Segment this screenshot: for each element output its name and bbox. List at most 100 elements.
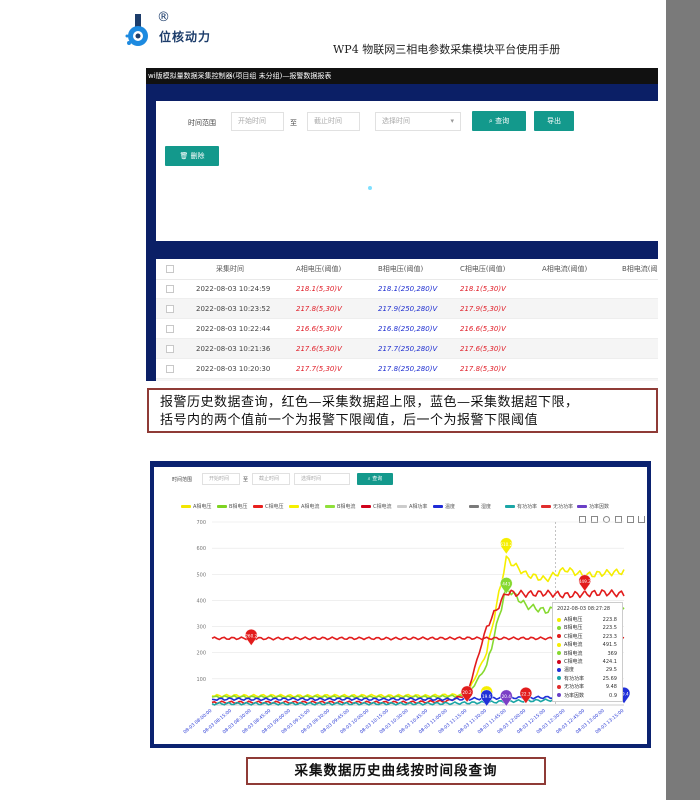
cell-time: 2022-08-03 10:24:59 bbox=[196, 285, 271, 293]
tooltip-row: 无功功率 9.48 bbox=[557, 683, 619, 691]
chart-panel: 时间范围 开始时间 至 截止时间 选择时间 ⌕ 查询 A相电压 B相电压 C相电压 A… bbox=[154, 467, 647, 744]
cell-c-voltage: 217.9(5,30)V bbox=[460, 305, 506, 313]
viewer-scrollbar[interactable] bbox=[666, 0, 700, 800]
col-a-current: A相电流(阈值) bbox=[542, 265, 588, 273]
cell-c-voltage: 217.8(5,30)V bbox=[460, 365, 506, 373]
tooltip-row: A相电压 223.8 bbox=[557, 616, 619, 624]
row-checkbox[interactable] bbox=[166, 285, 174, 293]
tooltip-value: 369 bbox=[607, 650, 617, 657]
cell-b-voltage: 216.8(250,280)V bbox=[378, 325, 438, 333]
window-title: wi版模拟量数据采集控制器(项目组 未分组)—报警数据报表 bbox=[146, 68, 658, 84]
chart-tooltip: 2022-08-03 08:27:28 A相电压 223.8 B相电压 223.5 C相… bbox=[552, 602, 623, 702]
tooltip-series-name: A相电压 bbox=[564, 617, 583, 623]
company-logo: ® 位核动力 bbox=[125, 10, 225, 50]
registered-mark: ® bbox=[157, 10, 170, 25]
cell-a-voltage: 217.6(5,30)V bbox=[296, 345, 342, 353]
to-label: 至 bbox=[290, 119, 297, 127]
query-button-label: 查询 bbox=[495, 117, 510, 125]
marker-label: 449.2 bbox=[579, 579, 591, 584]
tooltip-dot bbox=[557, 634, 561, 639]
table-row[interactable]: 2022-08-03 10:20:27 217.6(5,30)V 217.7(250… bbox=[156, 379, 658, 381]
caption-line-1: 报警历史数据查询，红色—采集数据超上限，蓝色—采集数据超下限， bbox=[160, 395, 579, 410]
tooltip-series-name: A相电流 bbox=[564, 642, 583, 649]
tooltip-value: 223.8 bbox=[602, 617, 617, 623]
y-tick-label: 400 bbox=[196, 598, 206, 604]
tooltip-row: C相电流 424.1 bbox=[557, 658, 619, 666]
row-checkbox[interactable] bbox=[166, 305, 174, 313]
marker-label: 260.2 bbox=[245, 634, 257, 639]
end-time-input[interactable]: 截止时间 bbox=[307, 112, 360, 131]
start-time-input[interactable]: 开始时间 bbox=[231, 112, 284, 131]
cell-a-voltage: 217.8(5,30)V bbox=[296, 305, 342, 313]
marker-label: 22.3 bbox=[521, 692, 531, 697]
cell-c-voltage: 216.6(5,30)V bbox=[460, 325, 506, 333]
tooltip-series-name: 无功功率 bbox=[564, 684, 585, 691]
cell-c-voltage: 217.6(5,30)V bbox=[460, 345, 506, 353]
tooltip-value: 29.5 bbox=[605, 667, 617, 674]
tooltip-dot bbox=[557, 693, 561, 698]
tooltip-series-name: 温度 bbox=[564, 667, 575, 674]
time-select[interactable]: 选择时间 ▾ bbox=[375, 112, 461, 131]
tooltip-value: 223.3 bbox=[602, 633, 617, 640]
table-row[interactable]: 2022-08-03 10:21:36 217.6(5,30)V 217.7(250… bbox=[156, 339, 658, 359]
row-checkbox[interactable] bbox=[166, 345, 174, 353]
tooltip-row: 温度 29.5 bbox=[557, 666, 619, 674]
tooltip-row: C相电压 223.3 bbox=[557, 633, 619, 641]
cell-a-voltage: 216.6(5,30)V bbox=[296, 325, 342, 333]
cell-b-voltage: 217.7(250,280)V bbox=[378, 379, 437, 381]
cell-time: 2022-08-03 10:20:30 bbox=[196, 365, 271, 373]
y-tick-label: 100 bbox=[196, 677, 206, 683]
tooltip-series-name: 功率因数 bbox=[564, 692, 585, 699]
y-tick-label: 300 bbox=[196, 625, 206, 631]
col-b-voltage: B相电压(阈值) bbox=[378, 265, 424, 273]
export-button[interactable]: 导出 bbox=[534, 111, 574, 131]
tooltip-value: 0.9 bbox=[609, 692, 617, 699]
col-b-current: B相电流(阈 bbox=[622, 265, 658, 273]
tooltip-series-name: 有功功率 bbox=[564, 675, 585, 682]
time-select-value: 选择时间 bbox=[382, 117, 410, 125]
tooltip-dot bbox=[557, 667, 561, 672]
tooltip-dot bbox=[557, 625, 561, 630]
cell-b-voltage: 217.8(250,280)V bbox=[378, 365, 438, 373]
cell-time: 2022-08-03 10:23:52 bbox=[196, 305, 271, 313]
tooltip-dot bbox=[557, 642, 561, 647]
marker-label: 20.4 bbox=[502, 694, 512, 699]
time-range-label: 时间范围 bbox=[188, 119, 216, 127]
cell-b-voltage: 217.7(250,280)V bbox=[378, 345, 438, 353]
select-all-checkbox[interactable] bbox=[166, 265, 174, 273]
y-tick-label: 600 bbox=[196, 546, 206, 552]
tooltip-title: 2022-08-03 08:27:28 bbox=[557, 606, 611, 612]
table-row[interactable]: 2022-08-03 10:20:30 217.7(5,30)V 217.8(250… bbox=[156, 359, 658, 379]
tooltip-row: 有功功率 25.69 bbox=[557, 675, 619, 683]
caption-history-curve: 采集数据历史曲线按时间段查询 bbox=[246, 757, 546, 785]
col-a-voltage: A相电压(阈值) bbox=[296, 265, 342, 273]
tooltip-value: 9.48 bbox=[605, 684, 617, 691]
chevron-down-icon: ▾ bbox=[450, 117, 454, 125]
table-row[interactable]: 2022-08-03 10:24:59 218.1(5,30)V 218.1(250… bbox=[156, 279, 658, 299]
query-button[interactable]: ⌕ 查询 bbox=[472, 111, 526, 131]
cell-b-voltage: 217.9(250,280)V bbox=[378, 305, 438, 313]
tooltip-row: B相电流 369 bbox=[557, 650, 619, 658]
cell-c-voltage: 218.1(5,30)V bbox=[460, 285, 506, 293]
cell-time: 2022-08-03 10:20:27 bbox=[196, 379, 270, 381]
tooltip-series-name: B相电流 bbox=[564, 650, 583, 657]
tooltip-value: 424.1 bbox=[602, 659, 617, 665]
document-title: WP4 物联网三相电参数采集模块平台使用手册 bbox=[333, 43, 561, 56]
cell-b-voltage: 218.1(250,280)V bbox=[378, 285, 438, 293]
delete-button-label: 删除 bbox=[190, 152, 205, 160]
cell-c-voltage: 217.7(5,30)V bbox=[460, 379, 506, 381]
alarm-table: 采集时间 A相电压(阈值) B相电压(阈值) C相电压(阈值) A相电流(阈值)… bbox=[156, 259, 658, 381]
tooltip-row: B相电压 223.5 bbox=[557, 624, 619, 632]
cell-time: 2022-08-03 10:21:36 bbox=[196, 345, 271, 353]
history-chart-screenshot: 时间范围 开始时间 至 截止时间 选择时间 ⌕ 查询 A相电压 B相电压 C相电压 A… bbox=[150, 461, 651, 748]
table-row[interactable]: 2022-08-03 10:22:44 216.6(5,30)V 216.8(250… bbox=[156, 319, 658, 339]
row-checkbox[interactable] bbox=[166, 325, 174, 333]
cell-a-voltage: 217.7(5,30)V bbox=[296, 365, 342, 373]
tooltip-dot bbox=[557, 684, 561, 689]
delete-button[interactable]: 🗑 删除 bbox=[165, 146, 219, 166]
tooltip-series-name: B相电压 bbox=[564, 625, 583, 632]
row-checkbox[interactable] bbox=[166, 365, 174, 373]
tooltip-value: 223.5 bbox=[602, 625, 617, 632]
y-tick-label: 700 bbox=[196, 520, 206, 526]
table-row[interactable]: 2022-08-03 10:23:52 217.8(5,30)V 217.9(250… bbox=[156, 299, 658, 319]
